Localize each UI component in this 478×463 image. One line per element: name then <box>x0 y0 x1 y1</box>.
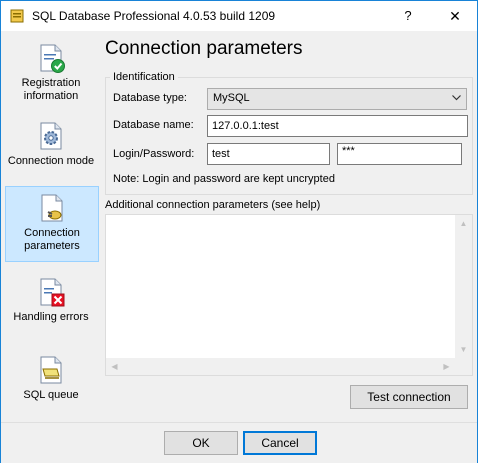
database-name-label: Database name: <box>113 119 194 131</box>
chevron-down-icon <box>452 95 461 101</box>
database-name-value: 127.0.0.1:test <box>212 120 279 132</box>
scroll-right-icon[interactable]: ▶ <box>438 358 455 375</box>
window-title: SQL Database Professional 4.0.53 build 1… <box>32 9 276 23</box>
sidebar-item-label: Connection mode <box>7 155 95 167</box>
database-name-field[interactable]: 127.0.0.1:test <box>207 115 468 137</box>
page-title: Connection parameters <box>105 38 303 59</box>
horizontal-scrollbar[interactable]: ◀ ▶ <box>106 358 455 375</box>
close-button[interactable]: ✕ <box>441 5 469 27</box>
sidebar: Registration information Connection mode… <box>5 31 99 423</box>
plug-document-icon <box>41 194 63 222</box>
sidebar-item-connection-mode[interactable]: Connection mode <box>5 115 97 189</box>
scroll-down-icon[interactable]: ▼ <box>455 341 472 358</box>
gear-document-icon <box>40 122 62 150</box>
database-type-label: Database type: <box>113 92 187 104</box>
test-connection-button[interactable]: Test connection <box>350 385 468 409</box>
sidebar-item-label: Handling errors <box>13 311 89 323</box>
registration-check-icon <box>40 44 65 73</box>
sidebar-item-handling-errors[interactable]: Handling errors <box>5 271 97 345</box>
cancel-button[interactable]: Cancel <box>243 431 317 455</box>
sidebar-item-connection-parameters[interactable]: Connection parameters <box>5 186 99 262</box>
password-value: *** <box>342 145 355 157</box>
scroll-left-icon[interactable]: ◀ <box>106 358 123 375</box>
password-field[interactable]: *** <box>337 143 462 165</box>
login-value: test <box>212 148 230 160</box>
sidebar-item-sql-queue[interactable]: SQL queue <box>5 349 97 423</box>
additional-parameters-label: Additional connection parameters (see he… <box>105 199 321 211</box>
sidebar-item-registration[interactable]: Registration information <box>5 37 97 111</box>
sidebar-item-label: SQL queue <box>23 389 79 401</box>
login-password-label: Login/Password: <box>113 148 195 160</box>
sidebar-item-label: Registration information <box>21 77 81 102</box>
error-document-icon <box>40 278 65 307</box>
vertical-scrollbar[interactable]: ▲ ▼ <box>455 215 472 358</box>
sidebar-item-label: Connection parameters <box>24 227 80 252</box>
help-button[interactable]: ? <box>396 5 420 27</box>
app-icon <box>10 9 24 23</box>
scroll-corner <box>455 358 472 375</box>
title-bar: SQL Database Professional 4.0.53 build 1… <box>1 1 477 31</box>
scroll-up-icon[interactable]: ▲ <box>455 215 472 232</box>
queue-document-icon <box>40 356 62 384</box>
dialog-footer <box>1 422 477 463</box>
identification-group-label: Identification <box>110 71 178 83</box>
additional-parameters-textarea[interactable]: ▲ ▼ ◀ ▶ <box>105 214 473 376</box>
database-type-value: MySQL <box>213 92 250 104</box>
ok-button[interactable]: OK <box>164 431 238 455</box>
login-field[interactable]: test <box>207 143 330 165</box>
credentials-note: Note: Login and password are kept uncryp… <box>113 173 335 185</box>
database-type-select[interactable]: MySQL <box>207 88 467 110</box>
dialog-window: SQL Database Professional 4.0.53 build 1… <box>0 0 478 463</box>
